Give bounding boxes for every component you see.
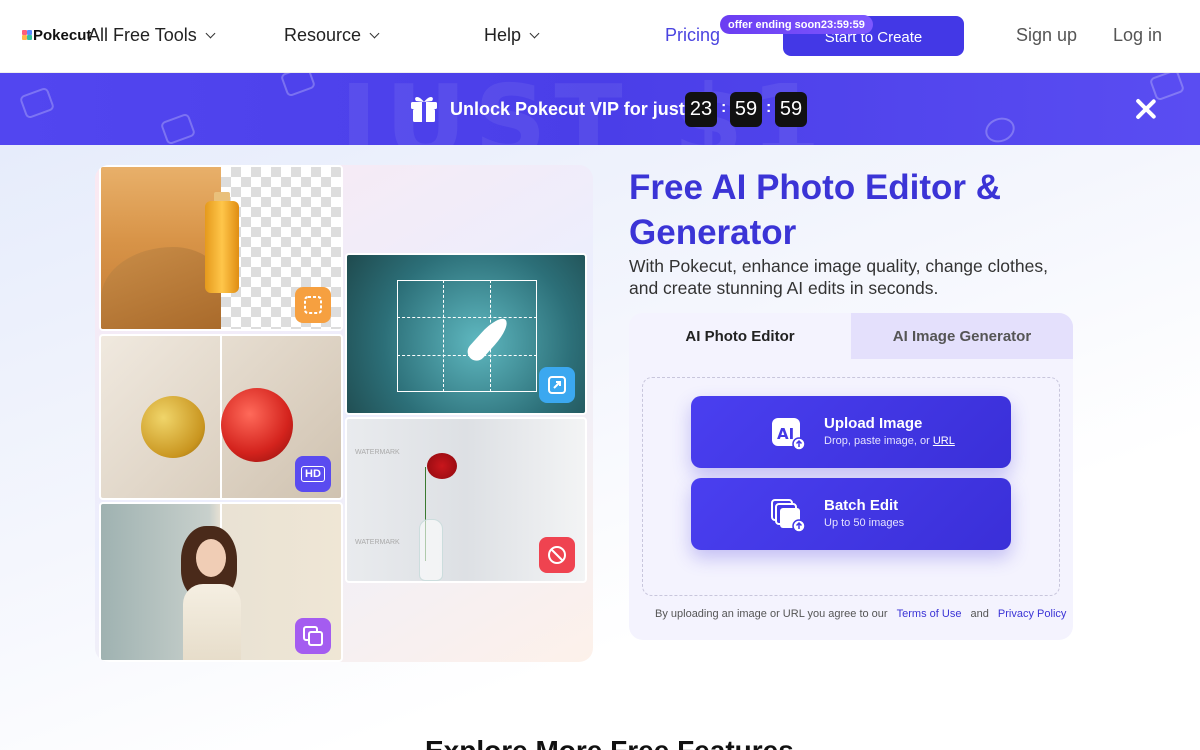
grid-line xyxy=(443,280,444,392)
tab-ai-image-generator[interactable]: AI Image Generator xyxy=(851,313,1073,359)
hd-badge-label: HD xyxy=(301,466,325,482)
collage-tile-watermark: WATERMARK WATERMARK xyxy=(345,417,587,583)
red-apple xyxy=(221,388,293,462)
sand-dune xyxy=(101,247,221,329)
nav-pricing[interactable]: Pricing xyxy=(665,25,720,46)
timer-hours: 23 xyxy=(685,92,717,127)
batch-subtitle: Up to 50 images xyxy=(824,517,905,529)
upload-subtitle-text: Drop, paste image, or xyxy=(824,435,930,447)
collage-tile-enhance: HD xyxy=(99,334,343,500)
timer-separator: : xyxy=(766,99,772,116)
chevron-down-icon xyxy=(205,28,216,39)
expand-icon xyxy=(539,367,575,403)
batch-edit-button[interactable]: Batch Edit Up to 50 images xyxy=(691,478,1011,550)
url-link[interactable]: URL xyxy=(933,435,955,447)
nav-help[interactable]: Help xyxy=(484,25,540,46)
svg-text:AI: AI xyxy=(777,425,794,443)
perfume-bottle xyxy=(205,201,239,293)
crop-frame xyxy=(397,280,537,392)
hd-badge-icon: HD xyxy=(295,456,331,492)
drop-zone[interactable]: AI Upload Image Drop, paste image, or UR… xyxy=(642,377,1060,596)
collage-tile-expand xyxy=(345,253,587,415)
privacy-policy-link[interactable]: Privacy Policy xyxy=(998,608,1066,620)
ai-upload-icon: AI xyxy=(772,418,805,450)
grid-deco-icon xyxy=(279,73,317,98)
remove-bg-icon xyxy=(295,287,331,323)
legal-note: By uploading an image or URL you agree t… xyxy=(655,608,1072,620)
batch-edit-icon xyxy=(771,499,805,532)
hero-section: HD WATERMARK WATERMARK Free AI Photo Edi… xyxy=(0,145,1200,750)
page-title: Free AI Photo Editor & Generator xyxy=(629,168,1002,252)
nav-label: Resource xyxy=(284,25,362,45)
explore-heading: Explore More Free Features xyxy=(425,735,794,750)
face xyxy=(196,539,226,577)
sign-up-link[interactable]: Sign up xyxy=(1016,25,1077,46)
upload-panel: AI Photo Editor AI Image Generator AI Up… xyxy=(629,313,1073,640)
offer-badge: offer ending soon23:59:59 xyxy=(720,15,873,34)
remove-watermark-icon xyxy=(539,537,575,573)
collage-tile-portrait xyxy=(99,502,343,662)
timer-separator: : xyxy=(721,99,727,116)
batch-title: Batch Edit xyxy=(824,497,899,514)
chevron-down-icon xyxy=(369,28,380,39)
grid-line xyxy=(397,317,537,318)
hd-deco-icon xyxy=(18,86,56,120)
smile-deco-icon xyxy=(981,113,1019,145)
chevron-down-icon xyxy=(529,28,540,39)
logo[interactable]: Pokecut xyxy=(22,27,91,44)
glass-vase xyxy=(419,519,443,581)
nav-resource[interactable]: Resource xyxy=(284,25,380,46)
legal-prefix: By uploading an image or URL you agree t… xyxy=(655,608,888,620)
gift-icon xyxy=(411,96,437,122)
feature-collage: HD WATERMARK WATERMARK xyxy=(95,165,593,662)
watermark-text: WATERMARK xyxy=(355,449,400,456)
grid-line xyxy=(397,355,537,356)
tab-ai-photo-editor[interactable]: AI Photo Editor xyxy=(629,313,851,359)
upload-image-button[interactable]: AI Upload Image Drop, paste image, or UR… xyxy=(691,396,1011,468)
top-nav: Pokecut All Free Tools Resource Help Pri… xyxy=(0,0,1200,73)
logo-mark-icon xyxy=(22,29,32,42)
hero-subtitle: With Pokecut, enhance image quality, cha… xyxy=(629,256,1048,298)
terms-of-use-link[interactable]: Terms of Use xyxy=(897,608,962,620)
close-icon[interactable] xyxy=(1134,97,1158,121)
dress xyxy=(183,584,241,660)
banner-text: Unlock Pokecut VIP for just xyxy=(450,99,685,119)
log-in-link[interactable]: Log in xyxy=(1113,25,1162,46)
nav-all-free-tools[interactable]: All Free Tools xyxy=(88,25,216,46)
timer-minutes: 59 xyxy=(730,92,762,127)
legal-and: and xyxy=(970,608,989,620)
watermark-text: WATERMARK xyxy=(355,539,400,546)
nav-label: All Free Tools xyxy=(88,25,197,45)
collage-tile-remove-bg xyxy=(99,165,343,331)
upload-title: Upload Image xyxy=(824,415,923,432)
batch-icon xyxy=(295,618,331,654)
upload-subtitle: Drop, paste image, or URL xyxy=(824,435,955,447)
timer-seconds: 59 xyxy=(775,92,807,127)
promo-banner[interactable]: JUST $1 Unlock Pokecut VIP for just 23 :… xyxy=(0,73,1200,145)
logo-text: Pokecut xyxy=(33,27,92,44)
yellow-apple xyxy=(141,396,205,458)
nav-label: Help xyxy=(484,25,522,45)
rose-flower xyxy=(427,453,457,479)
portrait-deco-icon xyxy=(159,112,197,145)
